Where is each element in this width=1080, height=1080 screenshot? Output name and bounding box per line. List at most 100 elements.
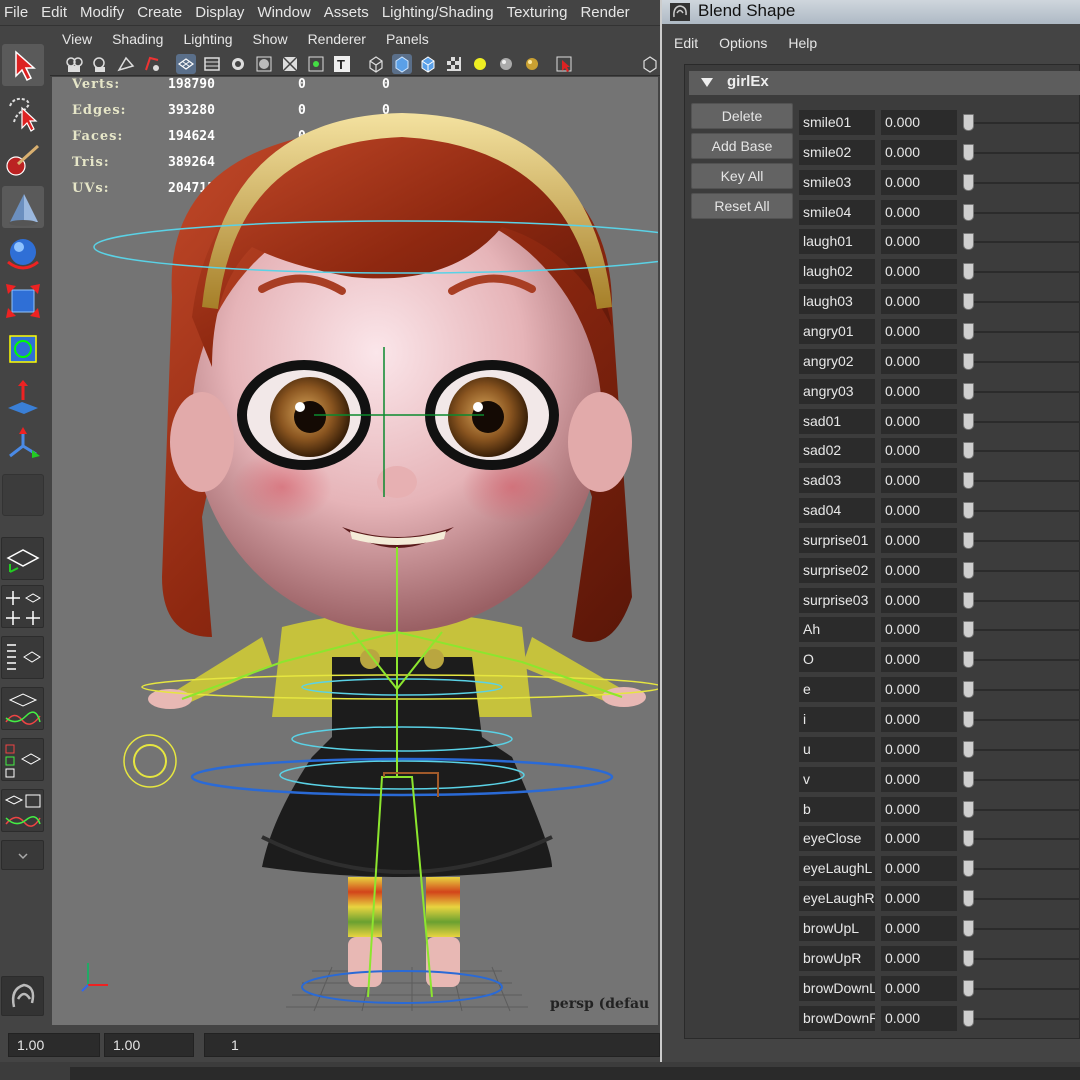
target-weight-slider-handle[interactable] bbox=[963, 352, 974, 370]
target-name-field[interactable]: smile03 bbox=[799, 169, 875, 195]
target-name-field[interactable]: eyeLaughR bbox=[799, 886, 875, 912]
viewport-menu-lighting[interactable]: Lighting bbox=[171, 31, 240, 47]
target-weight-slider-handle[interactable] bbox=[963, 442, 974, 460]
camera-attributes-icon[interactable] bbox=[90, 54, 110, 74]
target-weight-slider-track[interactable] bbox=[969, 927, 1080, 930]
target-weight-field[interactable]: 0.000 bbox=[881, 677, 957, 703]
target-weight-slider-handle[interactable] bbox=[963, 681, 974, 699]
shadows-icon[interactable] bbox=[496, 54, 516, 74]
target-weight-slider-handle[interactable] bbox=[963, 233, 974, 251]
target-weight-field[interactable]: 0.000 bbox=[881, 826, 957, 852]
target-weight-slider-track[interactable] bbox=[969, 957, 1080, 960]
target-weight-field[interactable]: 0.000 bbox=[881, 856, 957, 882]
target-weight-slider-track[interactable] bbox=[969, 151, 1080, 154]
character-model[interactable] bbox=[52, 77, 658, 1025]
last-tool-slot[interactable] bbox=[2, 474, 44, 516]
safe-action-icon[interactable] bbox=[306, 54, 326, 74]
target-weight-slider-handle[interactable] bbox=[963, 949, 974, 967]
target-weight-slider-handle[interactable] bbox=[963, 919, 974, 937]
target-name-field[interactable]: smile04 bbox=[799, 199, 875, 225]
target-name-field[interactable]: angry02 bbox=[799, 348, 875, 374]
target-weight-slider-track[interactable] bbox=[969, 868, 1080, 871]
target-weight-slider-track[interactable] bbox=[969, 748, 1080, 751]
gate-mask-icon[interactable] bbox=[254, 54, 274, 74]
target-weight-field[interactable]: 0.000 bbox=[881, 557, 957, 583]
target-weight-slider-handle[interactable] bbox=[963, 830, 974, 848]
bookmarks-icon[interactable] bbox=[116, 54, 136, 74]
target-name-field[interactable]: u bbox=[799, 736, 875, 762]
target-weight-slider-track[interactable] bbox=[969, 987, 1080, 990]
menu-assets[interactable]: Assets bbox=[320, 4, 378, 21]
wireframe-icon[interactable] bbox=[366, 54, 386, 74]
layout-single-pane-icon[interactable] bbox=[1, 537, 44, 580]
target-weight-field[interactable]: 0.000 bbox=[881, 408, 957, 434]
target-name-field[interactable]: smile02 bbox=[799, 139, 875, 165]
target-weight-slider-handle[interactable] bbox=[963, 143, 974, 161]
target-weight-slider-track[interactable] bbox=[969, 778, 1080, 781]
target-weight-field[interactable]: 0.000 bbox=[881, 289, 957, 315]
target-weight-slider-handle[interactable] bbox=[963, 502, 974, 520]
start-time-field[interactable]: 1.00 bbox=[8, 1033, 100, 1057]
target-name-field[interactable]: angry01 bbox=[799, 318, 875, 344]
target-name-field[interactable]: v bbox=[799, 766, 875, 792]
target-weight-field[interactable]: 0.000 bbox=[881, 348, 957, 374]
target-weight-slider-handle[interactable] bbox=[963, 472, 974, 490]
target-weight-field[interactable]: 0.000 bbox=[881, 438, 957, 464]
target-weight-slider-track[interactable] bbox=[969, 241, 1080, 244]
target-name-field[interactable]: laugh01 bbox=[799, 229, 875, 255]
target-name-field[interactable]: i bbox=[799, 707, 875, 732]
target-weight-slider-track[interactable] bbox=[969, 659, 1080, 662]
target-weight-slider-track[interactable] bbox=[969, 122, 1080, 124]
target-name-field[interactable]: surprise01 bbox=[799, 527, 875, 553]
target-name-field[interactable]: sad04 bbox=[799, 498, 875, 524]
layout-four-pane-icon[interactable] bbox=[1, 585, 44, 628]
target-weight-slider-handle[interactable] bbox=[963, 591, 974, 609]
target-name-field[interactable]: surprise03 bbox=[799, 587, 875, 613]
camera-select-icon[interactable] bbox=[64, 54, 84, 74]
universal-manipulator-icon[interactable] bbox=[2, 328, 44, 370]
target-weight-field[interactable]: 0.000 bbox=[881, 527, 957, 553]
target-name-field[interactable]: surprise02 bbox=[799, 557, 875, 583]
collapse-triangle-icon[interactable] bbox=[701, 78, 713, 87]
target-weight-slider-track[interactable] bbox=[969, 301, 1080, 304]
layout-persp-graph-icon[interactable] bbox=[1, 687, 44, 730]
viewport-menu-renderer[interactable]: Renderer bbox=[296, 31, 374, 47]
target-weight-slider-track[interactable] bbox=[969, 569, 1080, 572]
target-weight-slider-handle[interactable] bbox=[963, 173, 974, 191]
target-name-field[interactable]: browUpR bbox=[799, 945, 875, 971]
target-weight-slider-track[interactable] bbox=[969, 599, 1080, 602]
target-weight-slider-handle[interactable] bbox=[963, 979, 974, 997]
layout-outliner-persp-icon[interactable] bbox=[1, 636, 44, 679]
bs-menu-edit[interactable]: Edit bbox=[662, 35, 707, 51]
target-weight-slider-track[interactable] bbox=[969, 689, 1080, 692]
wireframe-on-shaded-icon[interactable] bbox=[418, 54, 438, 74]
target-weight-slider-handle[interactable] bbox=[963, 322, 974, 340]
target-weight-field[interactable]: 0.000 bbox=[881, 378, 957, 404]
layout-expand-icon[interactable] bbox=[1, 840, 44, 870]
target-weight-slider-handle[interactable] bbox=[963, 711, 974, 728]
target-weight-field[interactable]: 0.000 bbox=[881, 886, 957, 912]
target-weight-field[interactable]: 0.000 bbox=[881, 796, 957, 822]
target-weight-field[interactable]: 0.000 bbox=[881, 169, 957, 195]
target-name-field[interactable]: laugh02 bbox=[799, 259, 875, 285]
target-name-field[interactable]: browDownL bbox=[799, 975, 875, 1001]
menu-window[interactable]: Window bbox=[253, 4, 319, 21]
current-start-field[interactable]: 1.00 bbox=[104, 1033, 194, 1057]
target-name-field[interactable]: b bbox=[799, 796, 875, 822]
target-weight-field[interactable]: 0.000 bbox=[881, 587, 957, 613]
menu-create[interactable]: Create bbox=[133, 4, 191, 21]
target-weight-field[interactable]: 0.000 bbox=[881, 229, 957, 255]
viewport-menu-view[interactable]: View bbox=[50, 31, 100, 47]
target-weight-field[interactable]: 0.000 bbox=[881, 945, 957, 971]
menu-texturing[interactable]: Texturing bbox=[503, 4, 577, 21]
target-weight-slider-handle[interactable] bbox=[963, 531, 974, 549]
safe-title-icon[interactable]: T bbox=[332, 54, 352, 74]
target-weight-slider-track[interactable] bbox=[969, 510, 1080, 513]
target-weight-slider-track[interactable] bbox=[969, 450, 1080, 453]
target-weight-field[interactable]: 0.000 bbox=[881, 707, 957, 732]
range-slider[interactable]: 1 bbox=[204, 1033, 660, 1057]
menu-render[interactable]: Render bbox=[576, 4, 638, 21]
viewport-menu-panels[interactable]: Panels bbox=[374, 31, 437, 47]
target-weight-field[interactable]: 0.000 bbox=[881, 318, 957, 344]
target-weight-field[interactable]: 0.000 bbox=[881, 915, 957, 941]
